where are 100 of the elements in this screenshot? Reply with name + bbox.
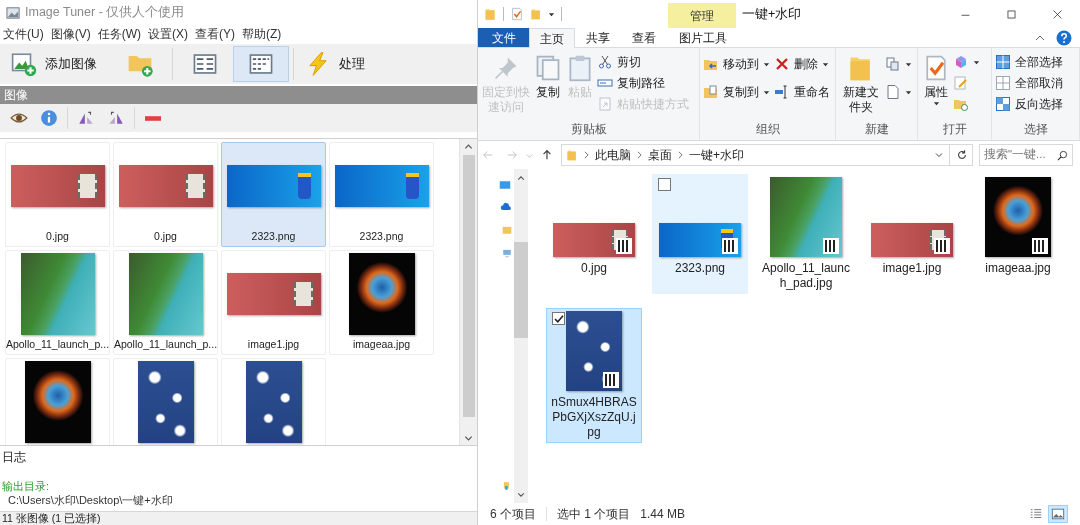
toolbar-button[interactable]: 处理 [298, 46, 380, 82]
ribbon-button[interactable]: 复制路径 [597, 74, 691, 92]
group-label: 打开 [941, 121, 968, 138]
ribbon-tab[interactable]: 图片工具 [669, 28, 737, 47]
log-title: 日志 [2, 450, 27, 465]
image-tile[interactable] [221, 358, 326, 445]
ribbon-button[interactable]: 全部取消 [995, 74, 1065, 92]
file-item[interactable]: image1.jpg [864, 174, 960, 294]
file-item[interactable]: 0.jpg [546, 174, 642, 294]
checkmark-icon [553, 313, 564, 324]
menu-item[interactable]: 帮助(Z) [242, 25, 282, 43]
scrollbar[interactable] [514, 169, 528, 503]
image-tile[interactable]: image1.jpg [221, 250, 326, 355]
folder-icon [484, 7, 497, 21]
pencil-icon [953, 75, 969, 91]
info-icon [40, 109, 58, 127]
image-tile[interactable]: imageaa.jpg [329, 250, 434, 355]
image-tile[interactable] [113, 358, 218, 445]
caret-icon [763, 88, 770, 96]
refresh-icon[interactable] [956, 149, 968, 161]
ribbon-button[interactable]: 新建文件夹 [839, 51, 883, 115]
image-tile[interactable]: 2323.png [329, 142, 434, 247]
mirror-triangle-icon [107, 109, 125, 127]
image-tile[interactable]: 0.jpg [113, 142, 218, 247]
scrollbar[interactable] [459, 139, 477, 445]
group-label: 选择 [1022, 121, 1049, 138]
image-tile[interactable]: Apollo_11_launch_p... [5, 250, 110, 355]
ribbon-button[interactable]: 重命名 [774, 83, 832, 101]
select-none-icon [995, 75, 1011, 91]
computer-icon[interactable] [502, 247, 512, 259]
chevron-icon[interactable] [678, 151, 683, 159]
close-icon [1051, 8, 1063, 20]
group-label: 剪贴板 [569, 121, 608, 138]
checkbox[interactable] [552, 312, 565, 325]
ribbon-button[interactable]: 属性 [921, 51, 951, 107]
image-tile[interactable]: Apollo_11_launch_p... [113, 250, 218, 355]
ribbon-button[interactable]: 全部选择 [995, 53, 1065, 71]
ribbon-tab[interactable]: 文件 [478, 28, 529, 47]
image-tile[interactable] [5, 358, 110, 445]
window-title: 一键+水印 [742, 5, 802, 23]
search-field[interactable]: 搜索"一键... [979, 144, 1073, 166]
breadcrumb[interactable]: 一键+水印 [689, 146, 744, 164]
toolbar-button[interactable]: 添加图像 [4, 46, 112, 82]
caret-icon [822, 60, 829, 68]
minus-icon [145, 115, 161, 121]
group-label: 组织 [754, 121, 781, 138]
file-item[interactable]: imageaa.jpg [970, 174, 1066, 294]
ribbon-button[interactable]: 移动到 [703, 55, 772, 73]
ribbon-button[interactable] [885, 83, 914, 101]
menu-item[interactable]: 文件(U) [3, 25, 44, 43]
file-item[interactable]: 2323.png [652, 174, 748, 294]
file-name: 0.jpg [580, 261, 608, 276]
address-bar[interactable]: 此电脑 桌面 一键+水印 [561, 144, 973, 166]
panel-header: 图像 [0, 86, 477, 104]
menu-item[interactable]: 任务(W) [97, 25, 141, 43]
cloud-icon[interactable] [500, 201, 512, 213]
invert-selection-icon [995, 96, 1011, 112]
ribbon-button[interactable]: 剪切 [597, 53, 691, 71]
image-tile[interactable]: 2323.png [221, 142, 326, 247]
help-icon[interactable] [1056, 29, 1072, 46]
dropdown-icon[interactable] [935, 151, 943, 159]
ribbon-button[interactable] [885, 55, 914, 73]
list-icon [192, 51, 218, 77]
menu-item[interactable]: 图像(V) [50, 25, 91, 43]
chevron-icon[interactable] [637, 151, 642, 159]
breadcrumb[interactable]: 桌面 [648, 146, 672, 164]
file-name: 2323.png [673, 261, 727, 276]
maximize-icon [1005, 8, 1017, 20]
caret-icon [905, 88, 912, 96]
chevron-icon[interactable] [584, 151, 589, 159]
details-view-icon [1029, 507, 1043, 521]
file-name: image1.jpg [881, 261, 943, 276]
menu-item[interactable]: 查看(Y) [195, 25, 235, 43]
log-line: 输出目录: [2, 479, 51, 493]
caret-icon [973, 58, 980, 66]
app-icon [6, 4, 21, 20]
ribbon-tab[interactable]: 共享 [575, 28, 621, 47]
ribbon-button[interactable]: 复制到 [703, 83, 772, 101]
ribbon-button[interactable] [953, 53, 982, 71]
ribbon-tab[interactable]: 查看 [621, 28, 667, 47]
ribbon-tab[interactable]: 主页 [529, 28, 575, 48]
caret-icon [763, 60, 770, 68]
checkbox[interactable] [658, 178, 671, 191]
shortcut-icon [597, 96, 613, 112]
document-icon [885, 84, 901, 100]
file-item[interactable]: Apollo_11_launch_pad.jpg [758, 174, 854, 294]
network-icon[interactable] [502, 479, 512, 493]
group-label: 新建 [863, 121, 890, 138]
rename-icon [774, 84, 790, 100]
search-icon [1057, 149, 1068, 161]
folder-copy-icon [703, 84, 719, 100]
ribbon-button[interactable]: 反向选择 [995, 95, 1065, 113]
menu-item[interactable]: 设置(X) [148, 25, 188, 43]
breadcrumb[interactable]: 此电脑 [595, 146, 631, 164]
caret-icon [932, 100, 940, 107]
ribbon-button[interactable]: 复制 [533, 51, 563, 100]
image-tile[interactable]: 0.jpg [5, 142, 110, 247]
up-icon[interactable] [541, 149, 553, 161]
file-item[interactable]: nSmux4HBRASPbGXjXszZqU.jpg [546, 308, 642, 443]
ribbon-button[interactable]: 删除 [774, 55, 832, 73]
